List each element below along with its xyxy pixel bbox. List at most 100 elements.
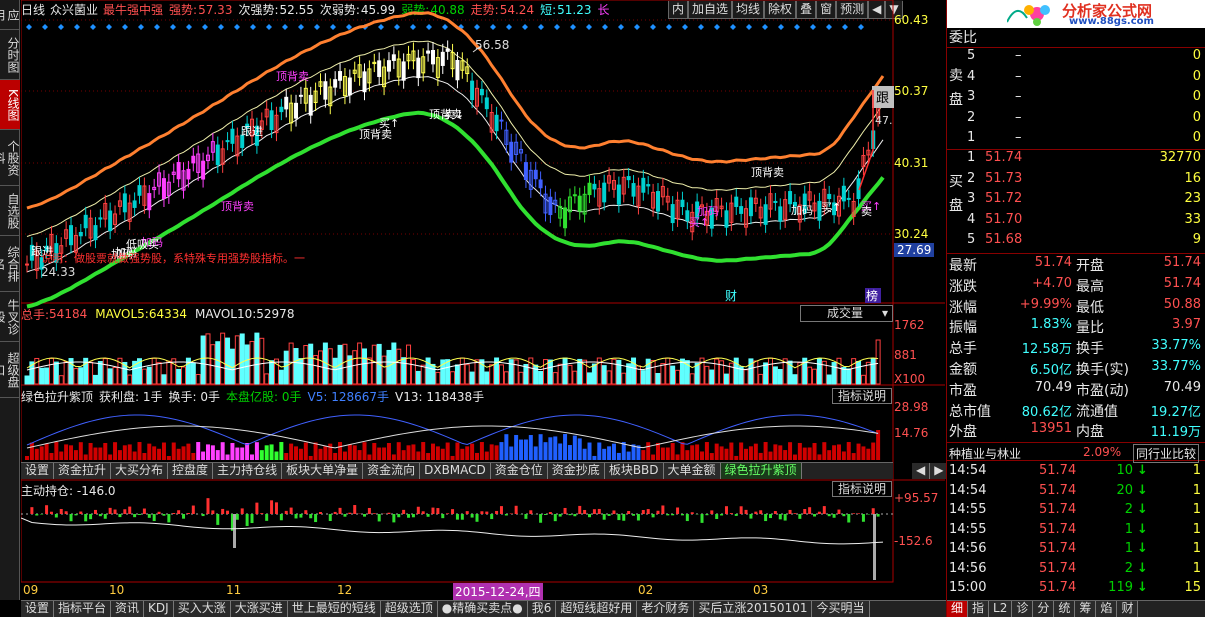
diamond-marker	[682, 24, 688, 30]
volume-bar	[420, 364, 426, 385]
vol-indicator-select[interactable]: 成交量 ▾	[800, 305, 893, 322]
bottom-tab-8[interactable]: ●精确买卖点●	[437, 601, 528, 617]
bottom-tab-3[interactable]: KDJ	[144, 601, 174, 617]
ind2-help-button[interactable]: 指标说明	[832, 481, 892, 497]
volume-bar	[675, 369, 681, 385]
sidebar-button-0[interactable]: 应用	[0, 0, 20, 30]
ind1-help-button[interactable]: 指标说明	[832, 388, 892, 404]
indicator-tab-12[interactable]: 绿色拉升紫顶	[720, 463, 802, 479]
indicator1-bar	[655, 442, 660, 460]
candle-body	[401, 61, 406, 81]
bottom-tab-6[interactable]: 世上最短的短线	[287, 601, 381, 617]
indicator-tab-5[interactable]: 板块大单净量	[282, 463, 364, 479]
tick-count: 1	[1192, 541, 1201, 556]
bottom-tab-10[interactable]: 超短线超好用	[556, 601, 638, 617]
quote-tab-3[interactable]: 诊	[1012, 601, 1034, 617]
diamond-marker	[330, 24, 336, 30]
indicator-tab-9[interactable]: 资金抄底	[547, 463, 605, 479]
indicator2-bar	[480, 511, 484, 514]
sidebar-button-7[interactable]: 超级盘口	[0, 342, 20, 398]
indicator2-bar	[773, 511, 777, 514]
indicator-tab-4[interactable]: 主力持仓线	[213, 463, 283, 479]
indicator2-bar	[612, 510, 616, 514]
volume-bar	[161, 374, 167, 385]
sidebar-button-2[interactable]: K线图	[0, 80, 20, 130]
stat-key: 最低	[1076, 299, 1104, 316]
bottom-tab-0[interactable]: 设置	[21, 601, 55, 617]
indicator1-bar	[802, 447, 807, 460]
kline-chart-area[interactable]: 56.5824.33跟进顶背卖顶背卖买↑顶背卖卖↓顶背卖买↑跟进 加码加码加码顶背…	[21, 0, 946, 600]
indicator-tab-7[interactable]: DXBMACD	[420, 463, 491, 479]
bottom-tab-13[interactable]: 今买明当	[812, 601, 870, 617]
sidebar-button-6[interactable]: 牛叉诊股	[0, 292, 20, 342]
indicator-tab-0[interactable]: 设置	[21, 463, 55, 479]
diamond-marker	[250, 24, 256, 30]
indicator-tab-2[interactable]: 大买分布	[111, 463, 169, 479]
sidebar-button-1[interactable]: 分时图	[0, 30, 20, 80]
bottom-tab-12[interactable]: 买后立涨20150101	[694, 601, 813, 617]
candle-body	[748, 197, 753, 217]
indicator-tab-3[interactable]: 控盘度	[168, 463, 214, 479]
indicator-tab-10[interactable]: 板块BBD	[604, 463, 664, 479]
bottom-tab-5[interactable]: 大涨买进	[230, 601, 288, 617]
indicator-tab-1[interactable]: 资金拉升	[54, 463, 112, 479]
volume-bar	[352, 350, 358, 385]
indicator2-bar	[568, 514, 572, 516]
indicator2-bar	[270, 500, 274, 514]
sidebar-button-3[interactable]: 个股资料	[0, 130, 20, 186]
volume-bar	[591, 363, 597, 385]
indicator2-bar	[813, 514, 817, 517]
candle-body	[616, 184, 621, 205]
indicator1-bar	[152, 446, 157, 460]
bottom-tab-11[interactable]: 老介财务	[637, 601, 695, 617]
vol-select-value: 成交量	[827, 306, 864, 320]
indicator2-bar	[671, 514, 675, 516]
indicator2-bar	[260, 513, 264, 514]
indicator1-bar	[430, 443, 435, 460]
indicator2-bar	[284, 510, 288, 514]
quote-tab-1[interactable]: 指	[968, 601, 990, 617]
indicator-tab-8[interactable]: 资金仓位	[490, 463, 548, 479]
candle-body	[416, 57, 421, 79]
indicator2-bar	[729, 513, 733, 514]
bottom-tab-7[interactable]: 超级选顶	[380, 601, 438, 617]
indicator1-bar	[25, 456, 29, 460]
indicator2-bar	[832, 514, 836, 518]
quote-tab-8[interactable]: 财	[1117, 601, 1139, 617]
quote-tab-4[interactable]: 分	[1033, 601, 1055, 617]
indicator1-bar	[191, 452, 196, 460]
scroll-left-icon[interactable]: ◀	[912, 462, 931, 479]
candle-body	[83, 214, 88, 229]
stat-value: 51.74	[1163, 275, 1201, 291]
candle-body	[841, 185, 846, 202]
quote-tab-7[interactable]: 焰	[1096, 601, 1118, 617]
indicator1-bar	[406, 445, 411, 460]
indicator2-bar	[74, 514, 78, 516]
quote-tab-6[interactable]: 筹	[1075, 601, 1097, 617]
indicator-tab-6[interactable]: 资金流向	[363, 463, 421, 479]
candle-body	[494, 114, 499, 132]
candle-body	[377, 60, 382, 77]
indicator1-bar	[181, 446, 186, 460]
quote-tab-0[interactable]: 细	[947, 601, 969, 617]
indicator1-bar	[259, 450, 264, 460]
industry-compare-button[interactable]: 同行业比较	[1133, 444, 1200, 463]
indicator2-bar	[558, 514, 562, 517]
order-price: 51.74	[985, 150, 1023, 165]
down-arrow-icon: ↓	[1137, 482, 1148, 498]
indicator2-bar	[798, 514, 802, 519]
indicator-tab-11[interactable]: 大单金额	[663, 463, 721, 479]
volume-bar	[709, 369, 715, 385]
sidebar-button-5[interactable]: 综合排名	[0, 236, 20, 292]
quote-tab-5[interactable]: 统	[1054, 601, 1076, 617]
stat-key: 市盈	[949, 382, 977, 399]
indicator1-bar	[83, 454, 88, 460]
bottom-tab-2[interactable]: 资讯	[111, 601, 145, 617]
volume-bar	[611, 358, 617, 385]
quote-tab-2[interactable]: L2	[989, 601, 1013, 617]
bottom-tab-9[interactable]: 我6	[527, 601, 557, 617]
sidebar-button-4[interactable]: 自选股	[0, 186, 20, 236]
bottom-tab-1[interactable]: 指标平台	[54, 601, 112, 617]
bottom-tab-4[interactable]: 买入大涨	[173, 601, 231, 617]
diamond-marker	[714, 24, 720, 30]
